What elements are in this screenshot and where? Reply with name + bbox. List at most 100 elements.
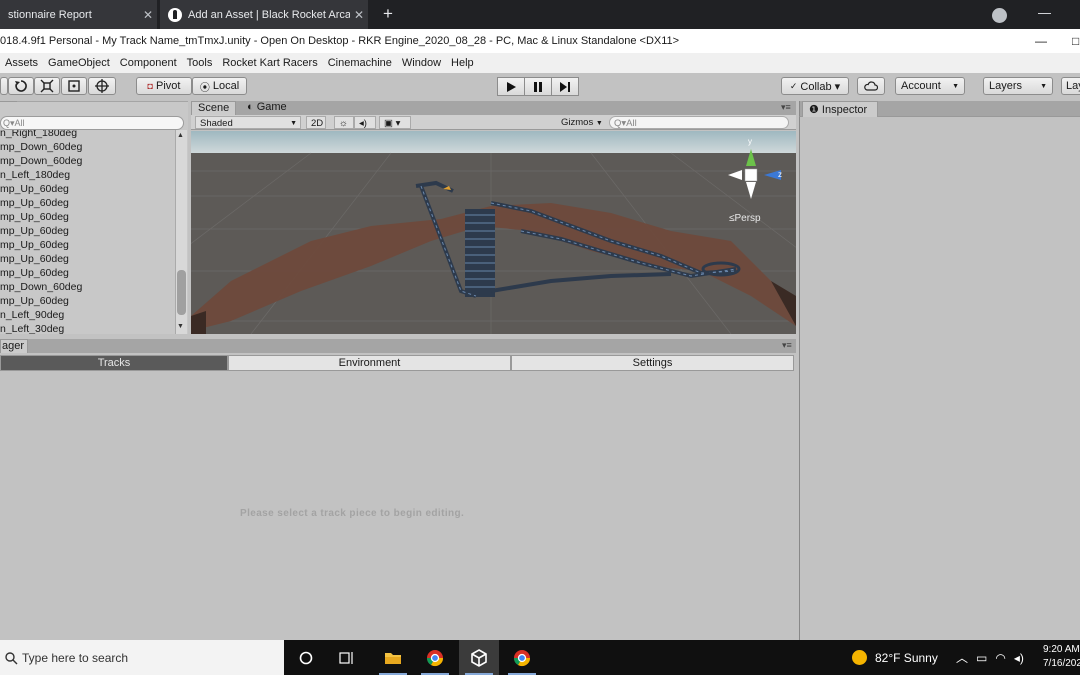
- tab-settings[interactable]: Settings: [511, 355, 794, 371]
- task-view-button[interactable]: [327, 640, 367, 675]
- list-item[interactable]: mp_Up_60deg: [0, 224, 174, 238]
- tab-track-manager[interactable]: ager: [0, 339, 28, 353]
- list-item[interactable]: mp_Up_60deg: [0, 266, 174, 280]
- tab-scene[interactable]: Scene: [191, 101, 237, 115]
- hand-tool-button[interactable]: [0, 77, 8, 95]
- taskbar-search-input[interactable]: Type here to search: [0, 640, 284, 675]
- layers-label: Layers: [989, 80, 1023, 92]
- list-item[interactable]: mp_Up_60deg: [0, 196, 174, 210]
- menu-rocket-kart-racers[interactable]: Rocket Kart Racers: [217, 53, 322, 73]
- account-dropdown[interactable]: Account ▼: [895, 77, 965, 95]
- browser-tab-add-asset[interactable]: Add an Asset | Black Rocket Arca ✕: [160, 0, 368, 29]
- taskbar-search-placeholder: Type here to search: [22, 650, 129, 665]
- browser-tab-title: Add an Asset | Black Rocket Arca: [188, 8, 350, 21]
- browser-tab-questionnaire[interactable]: stionnaire Report ✕: [0, 0, 157, 29]
- layout-dropdown[interactable]: Lay: [1061, 77, 1080, 95]
- collab-dropdown[interactable]: ✓ Collab ▾: [781, 77, 849, 95]
- chrome-button[interactable]: [415, 640, 455, 675]
- axis-y-label: y: [748, 137, 752, 146]
- weather-text: 82°F Sunny: [875, 650, 938, 665]
- menu-tools[interactable]: Tools: [182, 53, 218, 73]
- menu-cinemachine[interactable]: Cinemachine: [323, 53, 397, 73]
- scale-icon: [40, 79, 54, 93]
- rect-transform-icon: [68, 80, 80, 92]
- battery-icon[interactable]: ▭: [976, 651, 987, 665]
- list-item[interactable]: n_Left_30deg: [0, 322, 174, 334]
- shading-label: Shaded: [200, 118, 233, 129]
- panel-menu-icon[interactable]: ▾≡: [781, 102, 791, 113]
- chrome-button-2[interactable]: [502, 640, 542, 675]
- maximize-button[interactable]: □: [1072, 29, 1079, 53]
- tab-environment[interactable]: Environment: [228, 355, 511, 371]
- new-tab-button[interactable]: +: [378, 4, 398, 24]
- scene-search-input[interactable]: Q▾All: [609, 116, 789, 129]
- track-manager-tabrow: ager ▾≡: [0, 339, 796, 353]
- tab-inspector[interactable]: ❶ Inspector: [802, 101, 878, 117]
- list-item[interactable]: mp_Up_60deg: [0, 294, 174, 308]
- cortana-icon: [299, 651, 313, 664]
- transform-tool-button[interactable]: [88, 77, 116, 95]
- file-explorer-button[interactable]: [373, 640, 413, 675]
- play-button[interactable]: [497, 77, 525, 96]
- list-item[interactable]: mp_Up_60deg: [0, 182, 174, 196]
- chevron-up-icon[interactable]: ︿: [956, 649, 968, 666]
- list-item[interactable]: mp_Up_60deg: [0, 252, 174, 266]
- layers-dropdown[interactable]: Layers ▼: [983, 77, 1053, 95]
- rect-tool-button[interactable]: [61, 77, 87, 95]
- list-item[interactable]: n_Right_180deg: [0, 130, 174, 140]
- gizmos-dropdown[interactable]: Gizmos ▼: [557, 116, 605, 129]
- minimize-button[interactable]: —: [1035, 29, 1047, 53]
- tab-tracks[interactable]: Tracks: [0, 355, 228, 371]
- pause-button[interactable]: [524, 77, 552, 96]
- menu-help[interactable]: Help: [446, 53, 479, 73]
- weather-widget[interactable]: 82°F Sunny: [852, 640, 938, 675]
- sun-icon: [852, 650, 867, 665]
- pivot-toggle[interactable]: ◘ Pivot: [136, 77, 192, 95]
- dropdown-arrow-icon: ▼: [595, 120, 603, 127]
- scrollbar-thumb[interactable]: [177, 270, 186, 315]
- persp-label[interactable]: ≤Persp: [729, 213, 761, 224]
- menu-component[interactable]: Component: [115, 53, 182, 73]
- volume-icon[interactable]: ◂): [1014, 651, 1024, 665]
- list-item[interactable]: n_Left_90deg: [0, 308, 174, 322]
- profile-icon[interactable]: [992, 8, 1007, 23]
- close-tab-icon[interactable]: ✕: [350, 8, 368, 22]
- panel-menu-icon[interactable]: ▾≡: [782, 340, 792, 351]
- hierarchy-list: n_Right_180deg mp_Down_60deg mp_Down_60d…: [0, 130, 174, 334]
- list-item[interactable]: mp_Down_60deg: [0, 140, 174, 154]
- menu-assets[interactable]: Assets: [0, 53, 43, 73]
- wifi-icon[interactable]: ◠: [995, 651, 1005, 665]
- lighting-toggle[interactable]: ☼: [334, 116, 354, 129]
- rotate-tool-button[interactable]: [8, 77, 34, 95]
- shading-dropdown[interactable]: Shaded ▼: [195, 116, 301, 129]
- step-button[interactable]: [551, 77, 579, 96]
- scroll-down-icon[interactable]: ▼: [177, 323, 184, 330]
- menu-window[interactable]: Window: [397, 53, 446, 73]
- folder-icon: [385, 652, 401, 664]
- browser-minimize-icon[interactable]: —: [1038, 5, 1051, 20]
- hierarchy-scrollbar[interactable]: ▲ ▼: [175, 130, 187, 334]
- list-item[interactable]: n_Left_180deg: [0, 168, 174, 182]
- audio-toggle[interactable]: ◂): [354, 116, 376, 129]
- play-icon: [507, 81, 516, 92]
- list-item[interactable]: mp_Down_60deg: [0, 280, 174, 294]
- 2d-toggle[interactable]: 2D: [306, 116, 326, 129]
- list-item[interactable]: mp_Down_60deg: [0, 154, 174, 168]
- close-tab-icon[interactable]: ✕: [139, 8, 157, 22]
- list-item[interactable]: mp_Up_60deg: [0, 238, 174, 252]
- scroll-up-icon[interactable]: ▲: [177, 132, 184, 139]
- scene-viewport[interactable]: y z ≤Persp: [191, 131, 796, 334]
- effects-dropdown[interactable]: ▣ ▾: [379, 116, 411, 129]
- taskbar-clock[interactable]: 9:20 AM 7/16/202: [1043, 643, 1080, 671]
- cortana-button[interactable]: [286, 640, 326, 675]
- menu-gameobject[interactable]: GameObject: [43, 53, 115, 73]
- list-item[interactable]: mp_Up_60deg: [0, 210, 174, 224]
- browser-tabstrip: stionnaire Report ✕ Add an Asset | Black…: [0, 0, 1080, 29]
- cloud-button[interactable]: [857, 77, 885, 95]
- hierarchy-search-input[interactable]: Q▾All: [0, 116, 184, 130]
- scale-tool-button[interactable]: [34, 77, 60, 95]
- tab-game[interactable]: ◐ Game: [241, 101, 293, 115]
- dropdown-arrow-icon: ▼: [952, 82, 959, 90]
- local-toggle[interactable]: ⦿ Local: [192, 77, 247, 95]
- unity-button[interactable]: [459, 640, 499, 675]
